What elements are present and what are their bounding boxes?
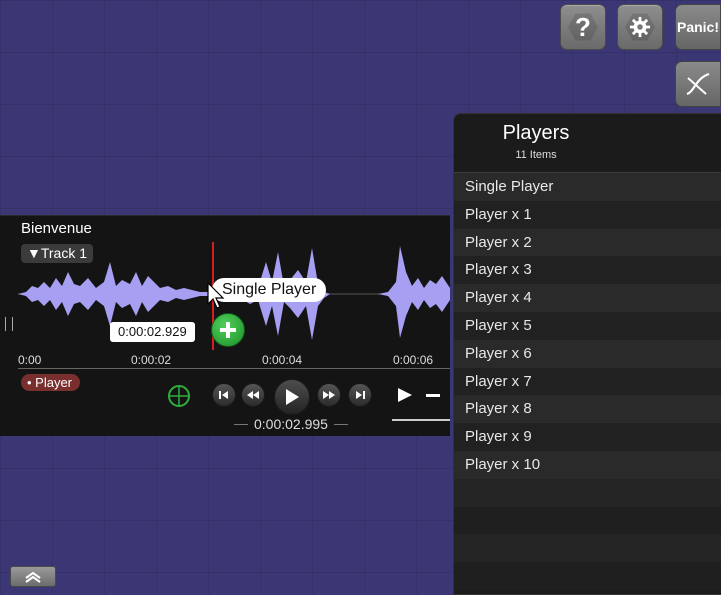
empty-row (454, 534, 721, 563)
skip-back-button[interactable] (212, 383, 236, 407)
drag-player-tooltip: Single Player (212, 278, 327, 302)
list-item[interactable]: Player x 2 (454, 228, 721, 257)
plus-icon (220, 322, 236, 338)
rewind-button[interactable] (241, 383, 265, 407)
ruler-tick: 0:00:02 (131, 353, 172, 367)
track-panel: Bienvenue ▼Track 1 Single Player 0:00:02… (0, 215, 450, 436)
list-item[interactable]: Single Player (454, 173, 721, 201)
position-scrub-right[interactable] (334, 424, 348, 425)
list-item[interactable]: Player x 10 (454, 450, 721, 479)
help-button[interactable]: ? (560, 4, 606, 50)
help-icon: ? (575, 11, 591, 42)
settings-button[interactable] (617, 4, 663, 50)
list-item[interactable]: Player x 3 (454, 256, 721, 285)
ruler-tick: 0:00:04 (262, 353, 303, 367)
curve-icon (686, 72, 710, 96)
track-title: Bienvenue (21, 220, 92, 237)
automation-button[interactable] (675, 61, 721, 107)
timeline-ruler[interactable] (18, 368, 450, 369)
list-item[interactable]: Player x 1 (454, 200, 721, 229)
players-count: 11 Items (515, 149, 557, 161)
list-item[interactable]: Player x 5 (454, 311, 721, 340)
cursor-time-tooltip: 0:00:02.929 (110, 322, 195, 342)
cursor-icon (207, 282, 225, 309)
fast-forward-button[interactable] (317, 383, 341, 407)
empty-row (454, 478, 721, 507)
player-tag[interactable]: • Player (21, 374, 81, 391)
gear-icon (629, 16, 651, 38)
empty-row (454, 562, 721, 590)
players-header: Players 11 Items (454, 114, 721, 173)
empty-row (454, 506, 721, 535)
skip-forward-icon (356, 391, 365, 399)
ruler-tick: 0:00:06 (393, 353, 434, 367)
list-item[interactable]: Player x 7 (454, 367, 721, 396)
chevron-up-icon (25, 571, 41, 583)
fast-forward-icon (323, 391, 335, 399)
play-button[interactable] (274, 379, 310, 415)
players-list: Single Player Player x 1 Player x 2 Play… (454, 173, 721, 590)
add-player-button[interactable] (211, 313, 245, 347)
rewind-icon (247, 391, 259, 399)
position-scrub-left[interactable] (234, 424, 248, 425)
players-panel: Players 11 Items Single Player Player x … (453, 113, 721, 595)
target-icon[interactable] (167, 384, 191, 408)
list-item[interactable]: Player x 4 (454, 284, 721, 312)
position-time: 0:00:02.995 (254, 416, 328, 432)
list-item[interactable]: Player x 8 (454, 395, 721, 424)
resize-handle[interactable] (5, 317, 13, 331)
volume-control[interactable] (392, 378, 450, 436)
list-item[interactable]: Player x 6 (454, 339, 721, 368)
skip-back-icon (219, 391, 228, 399)
skip-forward-button[interactable] (348, 383, 372, 407)
players-title: Players (502, 122, 570, 144)
play-icon (286, 389, 299, 405)
expand-button[interactable] (10, 566, 56, 587)
ruler-tick: 0:00 (18, 353, 42, 367)
panic-button[interactable]: Panic! (675, 4, 721, 50)
list-item[interactable]: Player x 9 (454, 423, 721, 451)
